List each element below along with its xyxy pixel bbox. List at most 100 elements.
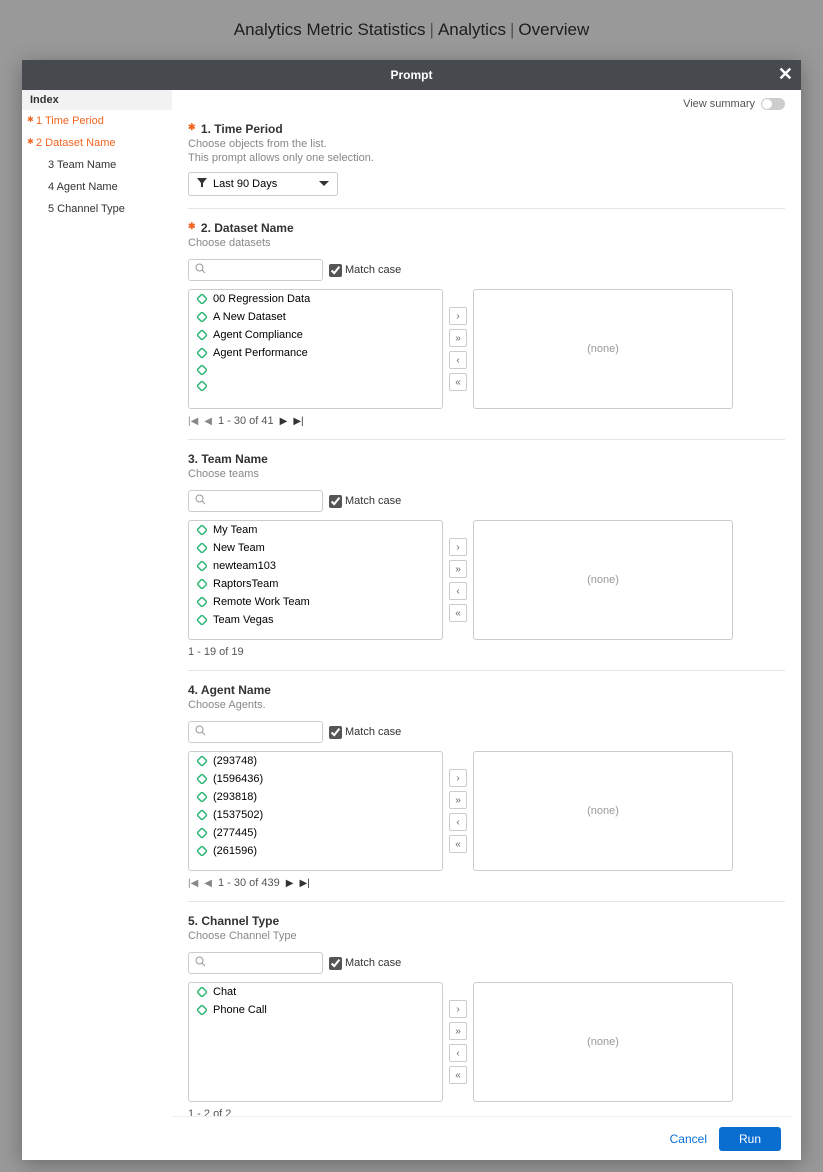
list-item[interactable]: (293748)	[189, 752, 442, 770]
agent-match-case[interactable]: Match case	[329, 726, 401, 739]
list-item[interactable]: Agent Performance	[189, 344, 442, 362]
team-pager: 1 - 19 of 19	[188, 646, 785, 658]
run-button[interactable]: Run	[719, 1127, 781, 1151]
diamond-icon	[197, 330, 207, 340]
agent-pager: |◀ ◀ 1 - 30 of 439 ▶ ▶|	[188, 877, 785, 889]
next-page-icon[interactable]: ▶	[286, 878, 294, 889]
remove-all-button[interactable]: «	[449, 604, 467, 622]
section-subtitle: Choose datasets	[188, 237, 785, 249]
remove-all-button[interactable]: «	[449, 835, 467, 853]
diamond-icon	[197, 312, 207, 322]
list-item[interactable]: New Team	[189, 539, 442, 557]
add-button[interactable]: ›	[449, 769, 467, 787]
diamond-icon	[197, 294, 207, 304]
list-item[interactable]: My Team	[189, 521, 442, 539]
remove-button[interactable]: ‹	[449, 351, 467, 369]
sidebar-item-channel-type[interactable]: 5 Channel Type	[22, 198, 172, 220]
first-page-icon[interactable]: |◀	[188, 416, 198, 427]
next-page-icon[interactable]: ▶	[280, 416, 288, 427]
prev-page-icon[interactable]: ◀	[204, 416, 212, 427]
team-match-case[interactable]: Match case	[329, 495, 401, 508]
view-summary-toggle[interactable]	[761, 98, 785, 110]
dataset-target-list[interactable]: (none)	[473, 289, 733, 409]
team-source-list[interactable]: My Team New Team newteam103 RaptorsTeam …	[188, 520, 443, 640]
diamond-icon	[197, 348, 207, 358]
sidebar-item-dataset-name[interactable]: 2 Dataset Name	[22, 132, 172, 154]
section-subtitle: Choose teams	[188, 468, 785, 480]
list-item[interactable]: newteam103	[189, 557, 442, 575]
team-search-input[interactable]	[188, 490, 323, 512]
last-page-icon[interactable]: ▶|	[293, 416, 303, 427]
remove-button[interactable]: ‹	[449, 582, 467, 600]
agent-source-list[interactable]: (293748) (1596436) (293818) (1537502) (2…	[188, 751, 443, 871]
match-case-checkbox[interactable]	[329, 957, 342, 970]
match-case-checkbox[interactable]	[329, 264, 342, 277]
dataset-match-case[interactable]: Match case	[329, 264, 401, 277]
list-item[interactable]: A New Dataset	[189, 308, 442, 326]
channel-search-input[interactable]	[188, 952, 323, 974]
funnel-icon	[197, 178, 207, 191]
list-item[interactable]: (261596)	[189, 842, 442, 860]
diamond-icon	[197, 365, 207, 375]
sidebar-title: Index	[22, 90, 172, 110]
agent-search-input[interactable]	[188, 721, 323, 743]
list-item[interactable]: Agent Compliance	[189, 326, 442, 344]
list-item[interactable]: RaptorsTeam	[189, 575, 442, 593]
index-sidebar: Index 1 Time Period 2 Dataset Name 3 Tea…	[22, 90, 172, 1160]
list-item[interactable]: Chat	[189, 983, 442, 1001]
channel-source-list[interactable]: Chat Phone Call	[188, 982, 443, 1102]
add-all-button[interactable]: »	[449, 1022, 467, 1040]
diamond-icon	[197, 987, 207, 997]
add-all-button[interactable]: »	[449, 791, 467, 809]
remove-button[interactable]: ‹	[449, 1044, 467, 1062]
time-period-dropdown[interactable]: Last 90 Days	[188, 172, 338, 196]
sidebar-item-team-name[interactable]: 3 Team Name	[22, 154, 172, 176]
search-icon	[195, 956, 206, 970]
list-item[interactable]	[189, 378, 442, 394]
prev-page-icon[interactable]: ◀	[204, 878, 212, 889]
required-icon: ✱	[188, 221, 196, 231]
close-icon[interactable]: ✕	[778, 64, 793, 85]
pager-text: 1 - 19 of 19	[188, 646, 244, 658]
match-case-checkbox[interactable]	[329, 726, 342, 739]
team-target-list[interactable]: (none)	[473, 520, 733, 640]
remove-all-button[interactable]: «	[449, 1066, 467, 1084]
cancel-button[interactable]: Cancel	[670, 1132, 707, 1146]
last-page-icon[interactable]: ▶|	[299, 878, 309, 889]
sidebar-item-agent-name[interactable]: 4 Agent Name	[22, 176, 172, 198]
list-item[interactable]: (1596436)	[189, 770, 442, 788]
add-all-button[interactable]: »	[449, 329, 467, 347]
list-item[interactable]: (277445)	[189, 824, 442, 842]
list-item[interactable]: Team Vegas	[189, 611, 442, 629]
diamond-icon	[197, 810, 207, 820]
list-item[interactable]: Remote Work Team	[189, 593, 442, 611]
agent-target-list[interactable]: (none)	[473, 751, 733, 871]
channel-target-list[interactable]: (none)	[473, 982, 733, 1102]
prompt-modal: Prompt ✕ Index 1 Time Period 2 Dataset N…	[22, 60, 801, 1160]
channel-match-case[interactable]: Match case	[329, 957, 401, 970]
match-case-checkbox[interactable]	[329, 495, 342, 508]
list-item[interactable]: (293818)	[189, 788, 442, 806]
add-button[interactable]: ›	[449, 1000, 467, 1018]
dataset-search-input[interactable]	[188, 259, 323, 281]
dataset-search-row: Match case	[188, 259, 785, 281]
section-title: 5. Channel Type	[188, 914, 785, 928]
add-all-button[interactable]: »	[449, 560, 467, 578]
agent-transfer-buttons: › » ‹ «	[449, 751, 467, 871]
add-button[interactable]: ›	[449, 307, 467, 325]
section-channel-type: 5. Channel Type Choose Channel Type Matc…	[188, 901, 785, 1132]
list-item[interactable]: (1537502)	[189, 806, 442, 824]
remove-all-button[interactable]: «	[449, 373, 467, 391]
list-item[interactable]: Phone Call	[189, 1001, 442, 1019]
remove-button[interactable]: ‹	[449, 813, 467, 831]
list-item[interactable]: 00 Regression Data	[189, 290, 442, 308]
add-button[interactable]: ›	[449, 538, 467, 556]
first-page-icon[interactable]: |◀	[188, 878, 198, 889]
sidebar-item-time-period[interactable]: 1 Time Period	[22, 110, 172, 132]
dataset-source-list[interactable]: 00 Regression Data A New Dataset Agent C…	[188, 289, 443, 409]
list-item[interactable]	[189, 362, 442, 378]
pager-text: 1 - 30 of 439	[218, 877, 280, 889]
channel-transfer-buttons: › » ‹ «	[449, 982, 467, 1102]
search-icon	[195, 725, 206, 739]
section-subtitle: Choose Channel Type	[188, 930, 785, 942]
